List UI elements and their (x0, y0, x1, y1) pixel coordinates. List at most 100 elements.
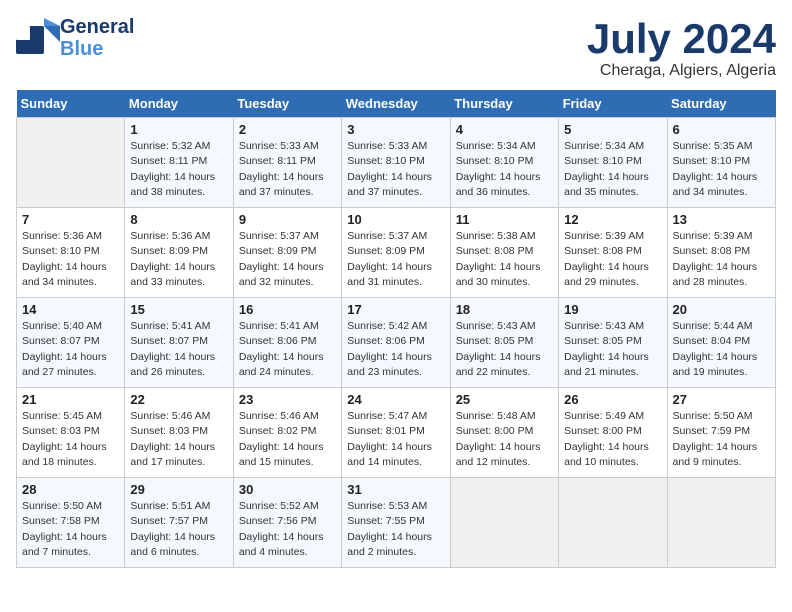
logo: General Blue (16, 16, 134, 60)
calendar-cell: 17 Sunrise: 5:42 AM Sunset: 8:06 PM Dayl… (342, 298, 450, 388)
day-number: 4 (456, 122, 553, 137)
calendar-cell: 13 Sunrise: 5:39 AM Sunset: 8:08 PM Dayl… (667, 208, 775, 298)
day-info: Sunrise: 5:36 AM Sunset: 8:10 PM Dayligh… (22, 229, 119, 290)
calendar-cell: 2 Sunrise: 5:33 AM Sunset: 8:11 PM Dayli… (233, 118, 341, 208)
sunset: Sunset: 8:08 PM (456, 245, 534, 257)
daylight: Daylight: 14 hours and 33 minutes. (130, 261, 215, 288)
calendar-cell: 12 Sunrise: 5:39 AM Sunset: 8:08 PM Dayl… (559, 208, 667, 298)
sunrise: Sunrise: 5:41 AM (239, 320, 319, 332)
calendar-cell: 18 Sunrise: 5:43 AM Sunset: 8:05 PM Dayl… (450, 298, 558, 388)
logo-text-block: General Blue (60, 16, 134, 60)
sunset: Sunset: 8:00 PM (456, 425, 534, 437)
daylight: Daylight: 14 hours and 34 minutes. (22, 261, 107, 288)
day-number: 29 (130, 482, 227, 497)
sunrise: Sunrise: 5:36 AM (22, 230, 102, 242)
sunrise: Sunrise: 5:34 AM (456, 140, 536, 152)
sunrise: Sunrise: 5:33 AM (347, 140, 427, 152)
sunset: Sunset: 8:07 PM (22, 335, 100, 347)
day-info: Sunrise: 5:33 AM Sunset: 8:10 PM Dayligh… (347, 139, 444, 200)
day-number: 21 (22, 392, 119, 407)
daylight: Daylight: 14 hours and 2 minutes. (347, 531, 432, 558)
calendar-cell: 26 Sunrise: 5:49 AM Sunset: 8:00 PM Dayl… (559, 388, 667, 478)
day-info: Sunrise: 5:46 AM Sunset: 8:02 PM Dayligh… (239, 409, 336, 470)
daylight: Daylight: 14 hours and 10 minutes. (564, 441, 649, 468)
calendar-cell: 1 Sunrise: 5:32 AM Sunset: 8:11 PM Dayli… (125, 118, 233, 208)
day-info: Sunrise: 5:36 AM Sunset: 8:09 PM Dayligh… (130, 229, 227, 290)
day-info: Sunrise: 5:47 AM Sunset: 8:01 PM Dayligh… (347, 409, 444, 470)
weekday-header-sunday: Sunday (17, 90, 125, 118)
calendar-cell: 23 Sunrise: 5:46 AM Sunset: 8:02 PM Dayl… (233, 388, 341, 478)
daylight: Daylight: 14 hours and 38 minutes. (130, 171, 215, 198)
calendar-cell: 16 Sunrise: 5:41 AM Sunset: 8:06 PM Dayl… (233, 298, 341, 388)
day-info: Sunrise: 5:43 AM Sunset: 8:05 PM Dayligh… (456, 319, 553, 380)
calendar-cell: 3 Sunrise: 5:33 AM Sunset: 8:10 PM Dayli… (342, 118, 450, 208)
day-info: Sunrise: 5:34 AM Sunset: 8:10 PM Dayligh… (564, 139, 661, 200)
sunset: Sunset: 8:04 PM (673, 335, 751, 347)
calendar-cell (559, 478, 667, 568)
daylight: Daylight: 14 hours and 4 minutes. (239, 531, 324, 558)
daylight: Daylight: 14 hours and 23 minutes. (347, 351, 432, 378)
calendar-cell: 10 Sunrise: 5:37 AM Sunset: 8:09 PM Dayl… (342, 208, 450, 298)
sunrise: Sunrise: 5:32 AM (130, 140, 210, 152)
sunset: Sunset: 8:11 PM (239, 155, 316, 167)
daylight: Daylight: 14 hours and 19 minutes. (673, 351, 758, 378)
day-info: Sunrise: 5:42 AM Sunset: 8:06 PM Dayligh… (347, 319, 444, 380)
sunrise: Sunrise: 5:43 AM (456, 320, 536, 332)
daylight: Daylight: 14 hours and 15 minutes. (239, 441, 324, 468)
daylight: Daylight: 14 hours and 12 minutes. (456, 441, 541, 468)
weekday-header-monday: Monday (125, 90, 233, 118)
calendar-cell: 22 Sunrise: 5:46 AM Sunset: 8:03 PM Dayl… (125, 388, 233, 478)
weekday-header-tuesday: Tuesday (233, 90, 341, 118)
sunset: Sunset: 8:00 PM (564, 425, 642, 437)
calendar-cell: 31 Sunrise: 5:53 AM Sunset: 7:55 PM Dayl… (342, 478, 450, 568)
sunrise: Sunrise: 5:45 AM (22, 410, 102, 422)
day-number: 27 (673, 392, 770, 407)
sunset: Sunset: 7:57 PM (130, 515, 208, 527)
day-info: Sunrise: 5:35 AM Sunset: 8:10 PM Dayligh… (673, 139, 770, 200)
day-number: 13 (673, 212, 770, 227)
day-info: Sunrise: 5:41 AM Sunset: 8:06 PM Dayligh… (239, 319, 336, 380)
calendar-cell: 28 Sunrise: 5:50 AM Sunset: 7:58 PM Dayl… (17, 478, 125, 568)
daylight: Daylight: 14 hours and 14 minutes. (347, 441, 432, 468)
logo-general: General (60, 16, 134, 38)
sunrise: Sunrise: 5:42 AM (347, 320, 427, 332)
day-number: 28 (22, 482, 119, 497)
day-info: Sunrise: 5:44 AM Sunset: 8:04 PM Dayligh… (673, 319, 770, 380)
calendar-cell: 5 Sunrise: 5:34 AM Sunset: 8:10 PM Dayli… (559, 118, 667, 208)
sunrise: Sunrise: 5:50 AM (673, 410, 753, 422)
sunset: Sunset: 8:06 PM (347, 335, 425, 347)
sunrise: Sunrise: 5:35 AM (673, 140, 753, 152)
day-info: Sunrise: 5:45 AM Sunset: 8:03 PM Dayligh… (22, 409, 119, 470)
day-number: 17 (347, 302, 444, 317)
day-info: Sunrise: 5:41 AM Sunset: 8:07 PM Dayligh… (130, 319, 227, 380)
day-number: 9 (239, 212, 336, 227)
daylight: Daylight: 14 hours and 9 minutes. (673, 441, 758, 468)
day-info: Sunrise: 5:37 AM Sunset: 8:09 PM Dayligh… (239, 229, 336, 290)
day-number: 3 (347, 122, 444, 137)
day-number: 20 (673, 302, 770, 317)
day-info: Sunrise: 5:39 AM Sunset: 8:08 PM Dayligh… (673, 229, 770, 290)
day-number: 15 (130, 302, 227, 317)
day-info: Sunrise: 5:32 AM Sunset: 8:11 PM Dayligh… (130, 139, 227, 200)
calendar-week-row: 1 Sunrise: 5:32 AM Sunset: 8:11 PM Dayli… (17, 118, 776, 208)
day-info: Sunrise: 5:51 AM Sunset: 7:57 PM Dayligh… (130, 499, 227, 560)
sunset: Sunset: 8:02 PM (239, 425, 317, 437)
sunrise: Sunrise: 5:36 AM (130, 230, 210, 242)
day-info: Sunrise: 5:34 AM Sunset: 8:10 PM Dayligh… (456, 139, 553, 200)
sunset: Sunset: 8:08 PM (673, 245, 751, 257)
day-number: 8 (130, 212, 227, 227)
sunrise: Sunrise: 5:51 AM (130, 500, 210, 512)
logo-blue: Blue (60, 38, 134, 60)
calendar-cell: 11 Sunrise: 5:38 AM Sunset: 8:08 PM Dayl… (450, 208, 558, 298)
sunrise: Sunrise: 5:52 AM (239, 500, 319, 512)
day-number: 31 (347, 482, 444, 497)
daylight: Daylight: 14 hours and 37 minutes. (347, 171, 432, 198)
day-info: Sunrise: 5:37 AM Sunset: 8:09 PM Dayligh… (347, 229, 444, 290)
day-info: Sunrise: 5:39 AM Sunset: 8:08 PM Dayligh… (564, 229, 661, 290)
day-number: 18 (456, 302, 553, 317)
day-number: 25 (456, 392, 553, 407)
day-number: 30 (239, 482, 336, 497)
sunset: Sunset: 8:06 PM (239, 335, 317, 347)
sunset: Sunset: 8:11 PM (130, 155, 207, 167)
sunrise: Sunrise: 5:53 AM (347, 500, 427, 512)
